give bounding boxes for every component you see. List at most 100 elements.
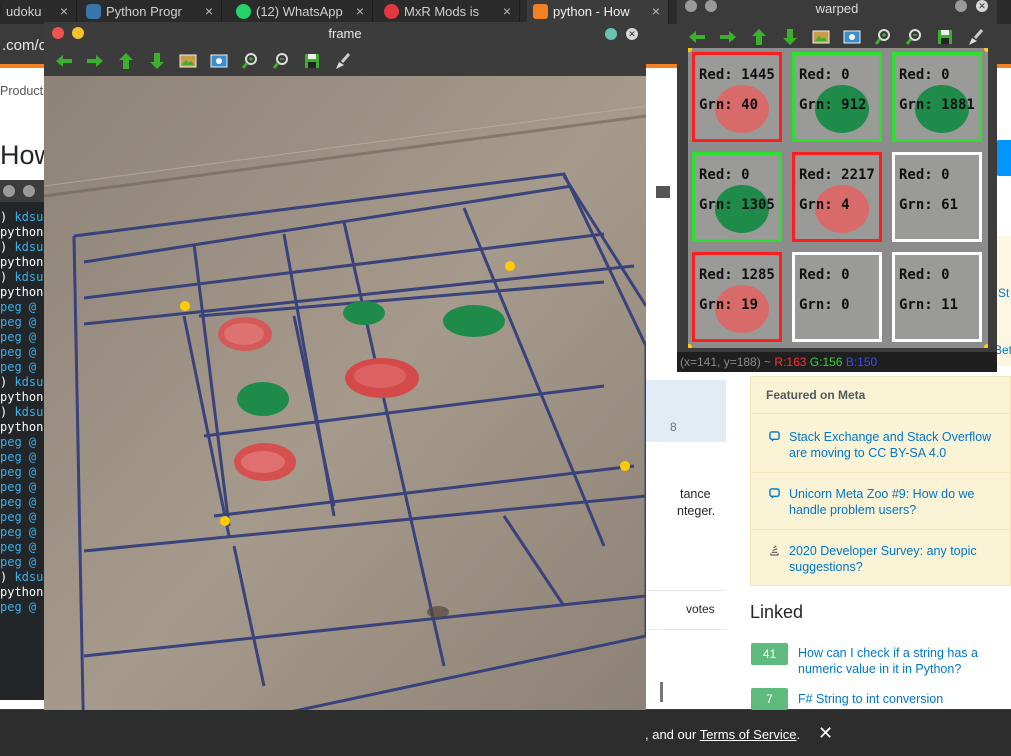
window-minimize-button[interactable] [23, 185, 35, 197]
terminal-window: ) kdsu python) kdsu python) kdsu python peg … [0, 180, 51, 700]
prompt-user: kdsu [14, 270, 44, 284]
zoom-in-icon[interactable] [873, 28, 893, 46]
meta-chat-icon [769, 431, 780, 442]
cookie-text-prefix: , and our [645, 727, 700, 742]
browser-tab[interactable]: udoku × [0, 0, 77, 24]
blue-value: B:150 [845, 355, 878, 369]
linked-heading: Linked [750, 602, 804, 622]
linked-question-link[interactable]: How can I check if a string has a numeri… [798, 645, 1011, 677]
sidebar-link-fragment[interactable]: St [998, 286, 1009, 300]
featured-link[interactable]: Stack Exchange and Stack Overflow are mo… [789, 429, 1011, 461]
prompt-user: kdsu [14, 240, 44, 254]
grid-cell: Red: 0 Grn: 11 [892, 252, 982, 342]
window-minimize-button[interactable] [705, 0, 717, 12]
window-minimize-button[interactable] [72, 27, 84, 39]
warped-board-image[interactable]: Red: 1445 Grn: 40 Red: 0 Grn: 912 Red: 0 Grn:… [688, 48, 988, 348]
brush-icon[interactable] [966, 28, 986, 46]
terminal-ffmpeg-log: peg @ 0 [0, 600, 51, 614]
camera-frame-image[interactable] [44, 76, 646, 756]
arrow-down-icon[interactable] [147, 52, 167, 70]
featured-heading: Featured on Meta [766, 388, 866, 402]
terms-of-service-link[interactable]: Terms of Service [700, 727, 797, 742]
save-icon[interactable] [302, 52, 322, 70]
window-close-button[interactable] [3, 185, 15, 197]
window-pin-button[interactable] [955, 0, 967, 12]
green-count: Grn: 61 [899, 197, 959, 213]
zoom-out-icon[interactable] [271, 52, 291, 70]
window-maximize-button[interactable]: ✕ [976, 0, 988, 12]
terminal-command: python [0, 285, 44, 299]
arrow-up-icon[interactable] [116, 52, 136, 70]
tab-label: udoku [6, 4, 42, 19]
zoom-in-icon[interactable] [240, 52, 260, 70]
green-count: Grn: 40 [699, 97, 759, 113]
arrow-left-icon[interactable] [687, 28, 707, 46]
text-fragment: nteger. [677, 504, 716, 518]
browser-tab[interactable]: MxR Mods is × [378, 0, 520, 24]
tab-close-icon[interactable]: × [356, 0, 364, 23]
url-text: .com/c [2, 37, 47, 54]
green-count: Grn: 4 [799, 197, 850, 213]
brush-icon[interactable] [333, 52, 353, 70]
terminal-prompt: ) kdsu [0, 240, 44, 254]
zoom-out-icon[interactable] [904, 28, 924, 46]
tab-close-icon[interactable]: × [60, 0, 68, 23]
tab-close-icon[interactable]: × [652, 0, 660, 23]
red-count: Red: 0 [699, 167, 750, 183]
terminal-ffmpeg-log: peg @ 0 [0, 480, 51, 494]
grid-cell: Red: 0 Grn: 0 [792, 252, 882, 342]
warped-toolbar [677, 22, 997, 48]
screenshot-icon[interactable] [842, 28, 862, 46]
terminal-ffmpeg-log: peg @ 0 [0, 555, 51, 569]
red-count: Red: 0 [799, 67, 850, 83]
arrow-right-icon[interactable] [85, 52, 105, 70]
featured-link[interactable]: Unicorn Meta Zoo #9: How do we handle pr… [789, 486, 1011, 518]
terminal-ffmpeg-log: peg @ 0 [0, 330, 51, 344]
terminal-command: python [0, 585, 44, 599]
terminal-command: python [0, 420, 44, 434]
window-title: warped [815, 1, 859, 16]
featured-on-meta-card: Featured on Meta Stack Exchange and Stac… [750, 376, 1011, 586]
prompt-user: kdsu [14, 210, 44, 224]
arrow-right-icon[interactable] [718, 28, 738, 46]
cookie-close-icon[interactable]: ✕ [818, 723, 833, 744]
cookie-consent-bar: , and our Terms of Service. ✕ [0, 710, 1011, 756]
browser-tab[interactable]: Python Progr × [80, 0, 222, 24]
red-count: Red: 0 [899, 167, 950, 183]
products-nav-link[interactable]: Products [0, 84, 49, 98]
window-close-button[interactable] [685, 0, 697, 12]
image-icon[interactable] [811, 28, 831, 46]
grid-cell: Red: 0 Grn: 912 [792, 52, 882, 142]
save-icon[interactable] [935, 28, 955, 46]
prompt-user: kdsu [14, 570, 44, 584]
arrow-down-icon[interactable] [780, 28, 800, 46]
image-icon[interactable] [178, 52, 198, 70]
window-maximize-button[interactable]: ✕ [626, 28, 638, 40]
count-fragment: 8 [670, 420, 677, 434]
grid-cell: Red: 2217 Grn: 4 [792, 152, 882, 242]
terminal-ffmpeg-log: peg @ 0 [0, 300, 51, 314]
window-close-button[interactable] [52, 27, 64, 39]
featured-link[interactable]: 2020 Developer Survey: any topic suggest… [789, 543, 1011, 575]
arrow-up-icon[interactable] [749, 28, 769, 46]
browser-tab-active[interactable]: python - How × [527, 0, 669, 24]
tab-close-icon[interactable]: × [503, 0, 511, 23]
browser-tab[interactable]: (12) WhatsApp × [230, 0, 373, 24]
tab-close-icon[interactable]: × [205, 0, 213, 23]
arrow-left-icon[interactable] [54, 52, 74, 70]
ask-question-button-fragment[interactable] [996, 140, 1011, 176]
patreon-logo-icon [384, 4, 399, 19]
terminal-ffmpeg-log: peg @ 0 [0, 510, 51, 524]
window-pin-button[interactable] [605, 28, 617, 40]
terminal-prompt: ) kdsu [0, 570, 44, 584]
scrollbar-thumb[interactable] [660, 682, 663, 702]
linked-question-link[interactable]: F# String to int conversion [798, 691, 1011, 707]
grid-cell: Red: 1445 Grn: 40 [692, 52, 782, 142]
tab-label: python - How [553, 4, 630, 19]
red-count: Red: 0 [899, 67, 950, 83]
prompt-user: kdsu [14, 375, 44, 389]
screenshot-icon[interactable] [209, 52, 229, 70]
tab-label: MxR Mods is [404, 4, 480, 19]
votes-sort-tab[interactable]: votes [686, 602, 715, 616]
terminal-prompt: ) kdsu [0, 405, 44, 419]
